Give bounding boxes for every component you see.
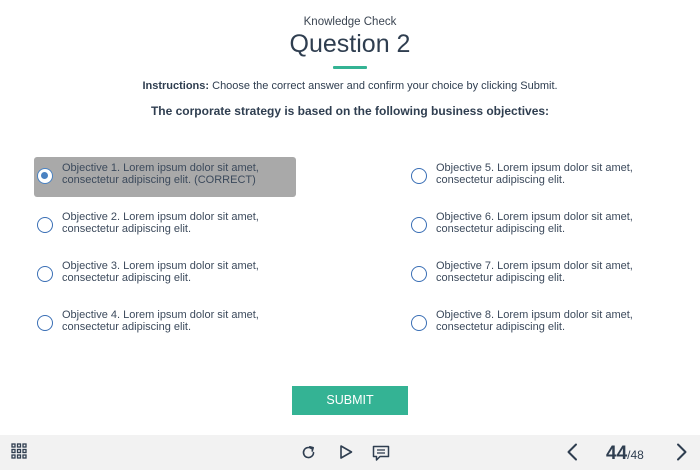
submit-button[interactable]: SUBMIT bbox=[292, 386, 408, 415]
radio-button[interactable] bbox=[37, 168, 53, 184]
option-line1: Objective 7. Lorem ipsum dolor sit amet, bbox=[436, 260, 633, 272]
option-line2: consectetur adipiscing elit. bbox=[436, 222, 566, 235]
option-line1: Objective 6. Lorem ipsum dolor sit amet, bbox=[436, 211, 633, 223]
radio-button[interactable] bbox=[37, 266, 53, 282]
option-3[interactable]: Objective 3. Lorem ipsum dolor sit amet,… bbox=[34, 255, 296, 295]
option-line2: consectetur adipiscing elit. bbox=[62, 271, 192, 284]
option-1[interactable]: Objective 1. Lorem ipsum dolor sit amet,… bbox=[34, 157, 296, 197]
play-icon[interactable] bbox=[338, 444, 354, 460]
option-line1: Objective 3. Lorem ipsum dolor sit amet, bbox=[62, 260, 259, 272]
question-prompt: The corporate strategy is based on the f… bbox=[150, 104, 550, 118]
title-underline bbox=[333, 66, 367, 69]
radio-button[interactable] bbox=[37, 315, 53, 331]
radio-dot bbox=[41, 172, 48, 179]
option-line2: consectetur adipiscing elit. bbox=[62, 222, 192, 235]
option-4[interactable]: Objective 4. Lorem ipsum dolor sit amet,… bbox=[34, 304, 296, 344]
notes-icon[interactable] bbox=[372, 445, 390, 462]
option-line1: Objective 2. Lorem ipsum dolor sit amet, bbox=[62, 211, 259, 223]
option-5[interactable]: Objective 5. Lorem ipsum dolor sit amet,… bbox=[408, 157, 670, 197]
option-label: Objective 5. Lorem ipsum dolor sit amet,… bbox=[436, 162, 668, 186]
instructions-text: Choose the correct answer and confirm yo… bbox=[212, 80, 558, 92]
option-label: Objective 6. Lorem ipsum dolor sit amet,… bbox=[436, 211, 668, 235]
option-2[interactable]: Objective 2. Lorem ipsum dolor sit amet,… bbox=[34, 206, 296, 246]
quiz-subtitle: Knowledge Check bbox=[303, 16, 397, 28]
option-line1: Objective 1. Lorem ipsum dolor sit amet, bbox=[62, 162, 259, 174]
radio-button[interactable] bbox=[411, 217, 427, 233]
radio-button[interactable] bbox=[37, 217, 53, 233]
option-label: Objective 4. Lorem ipsum dolor sit amet,… bbox=[62, 309, 294, 333]
option-label: Objective 7. Lorem ipsum dolor sit amet,… bbox=[436, 260, 668, 284]
option-7[interactable]: Objective 7. Lorem ipsum dolor sit amet,… bbox=[408, 255, 670, 295]
option-8[interactable]: Objective 8. Lorem ipsum dolor sit amet,… bbox=[408, 304, 670, 344]
next-icon[interactable] bbox=[675, 443, 689, 461]
page-counter: 44/48 bbox=[606, 443, 644, 465]
option-line2: consectetur adipiscing elit. bbox=[62, 320, 192, 333]
question-title: Question 2 bbox=[289, 30, 411, 58]
radio-button[interactable] bbox=[411, 315, 427, 331]
grid-menu-icon[interactable] bbox=[11, 443, 27, 459]
total-pages: /48 bbox=[627, 448, 644, 462]
radio-button[interactable] bbox=[411, 266, 427, 282]
option-line1: Objective 5. Lorem ipsum dolor sit amet, bbox=[436, 162, 633, 174]
option-label: Objective 3. Lorem ipsum dolor sit amet,… bbox=[62, 260, 294, 284]
option-label: Objective 8. Lorem ipsum dolor sit amet,… bbox=[436, 309, 668, 333]
option-line1: Objective 8. Lorem ipsum dolor sit amet, bbox=[436, 309, 633, 321]
current-page: 44 bbox=[606, 443, 628, 464]
option-line1: Objective 4. Lorem ipsum dolor sit amet, bbox=[62, 309, 259, 321]
option-label: Objective 2. Lorem ipsum dolor sit amet,… bbox=[62, 211, 294, 235]
replay-icon[interactable] bbox=[300, 444, 317, 461]
prev-icon[interactable] bbox=[565, 443, 579, 461]
option-line2: consectetur adipiscing elit. bbox=[436, 173, 566, 186]
instructions-label: Instructions: bbox=[142, 80, 210, 92]
option-line2: consectetur adipiscing elit. bbox=[436, 271, 566, 284]
instructions: Instructions: Choose the correct answer … bbox=[0, 80, 700, 92]
option-line2: consectetur adipiscing elit. bbox=[436, 320, 566, 333]
option-6[interactable]: Objective 6. Lorem ipsum dolor sit amet,… bbox=[408, 206, 670, 246]
radio-button[interactable] bbox=[411, 168, 427, 184]
option-line2: consectetur adipiscing elit. (CORRECT) bbox=[62, 173, 256, 186]
option-label: Objective 1. Lorem ipsum dolor sit amet,… bbox=[62, 162, 294, 186]
